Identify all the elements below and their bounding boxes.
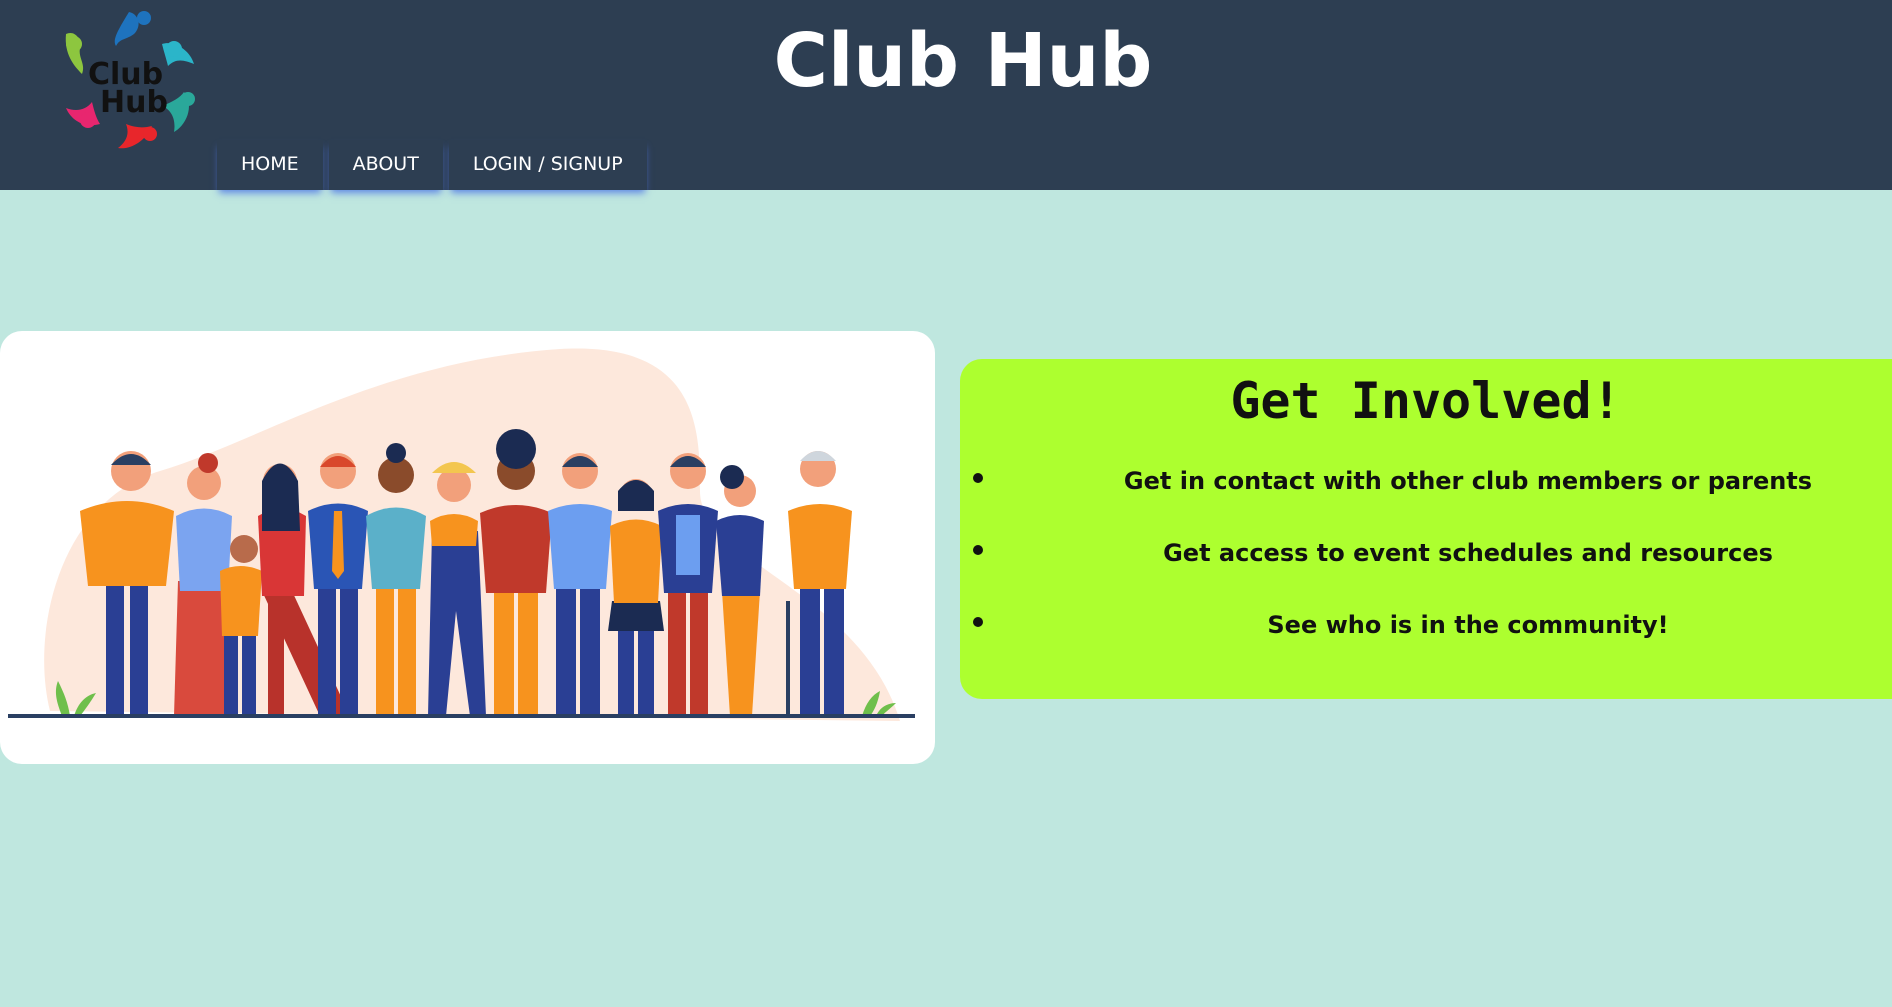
list-item-text: Get in contact with other club members o… <box>1123 467 1813 495</box>
list-item-text: See who is in the community! <box>1267 611 1669 639</box>
list-item: Get in contact with other club members o… <box>960 469 1892 541</box>
bullet-icon <box>973 473 983 483</box>
get-involved-heading: Get Involved! <box>1230 372 1622 430</box>
nav-about-link[interactable]: ABOUT <box>328 140 443 190</box>
list-item-text: Get access to event schedules and resour… <box>1163 539 1773 567</box>
get-involved-card: Get Involved! Get in contact with other … <box>960 359 1892 699</box>
nav-login-signup-link[interactable]: LOGIN / SIGNUP <box>448 140 647 190</box>
bullet-icon <box>973 545 983 555</box>
site-title: Club Hub <box>773 18 1153 104</box>
list-item: Get access to event schedules and resour… <box>960 541 1892 613</box>
benefits-list: Get in contact with other club members o… <box>960 469 1892 685</box>
community-people-illustration <box>8 348 915 721</box>
bullet-icon <box>973 617 983 627</box>
nav-home-link[interactable]: HOME <box>217 140 323 190</box>
list-item: See who is in the community! <box>960 613 1892 685</box>
community-image-card <box>0 331 935 764</box>
main-nav: HOME ABOUT LOGIN / SIGNUP <box>217 140 647 190</box>
site-header: Club Hub Club Hub HOME ABOUT LOGIN / SIG… <box>0 0 1892 190</box>
